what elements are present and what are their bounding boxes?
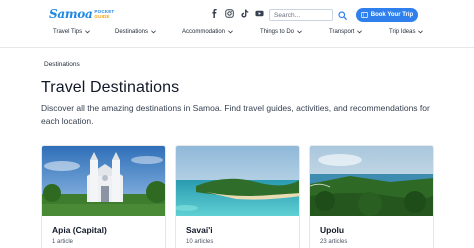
youtube-icon[interactable] bbox=[255, 9, 264, 18]
chevron-down-icon bbox=[85, 30, 90, 34]
island-coast-image bbox=[176, 146, 299, 216]
site-header: Samoa POCKET GUIDE Book Your Trip Travel… bbox=[0, 0, 474, 48]
nav-item-things-to-do[interactable]: Things to Do bbox=[260, 29, 302, 35]
book-trip-label: Book Your Trip bbox=[370, 12, 414, 18]
card-article-count: 1 article bbox=[52, 239, 74, 245]
breadcrumb[interactable]: Destinations bbox=[44, 61, 80, 68]
card-title: Savai'i bbox=[186, 225, 213, 235]
instagram-icon[interactable] bbox=[225, 9, 234, 18]
chevron-down-icon bbox=[418, 30, 424, 34]
card-article-count: 10 articles bbox=[186, 239, 214, 245]
tiktok-icon[interactable] bbox=[240, 9, 249, 18]
nav-item-label: Things to Do bbox=[260, 29, 295, 35]
nav-item-destinations[interactable]: Destinations bbox=[115, 29, 156, 35]
facebook-icon[interactable] bbox=[210, 9, 219, 18]
page-title: Travel Destinations bbox=[41, 79, 180, 96]
chevron-down-icon bbox=[357, 30, 363, 34]
chevron-down-icon bbox=[151, 30, 156, 34]
site-logo[interactable]: Samoa POCKET GUIDE bbox=[49, 6, 114, 22]
card-title: Upolu bbox=[320, 225, 345, 235]
main-nav: Travel Tips Destinations Accommodation T… bbox=[0, 29, 474, 41]
nav-item-label: Accommodation bbox=[182, 29, 226, 35]
destination-card-upolu[interactable]: Upolu 23 articles bbox=[309, 145, 434, 248]
destination-card-savaii[interactable]: Savai'i 10 articles bbox=[175, 145, 300, 248]
destination-card-apia[interactable]: Apia (Capital) 1 article bbox=[41, 145, 166, 248]
forest-coastline-image bbox=[310, 146, 433, 216]
nav-item-label: Destinations bbox=[115, 29, 149, 35]
nav-item-accommodation[interactable]: Accommodation bbox=[182, 29, 233, 35]
logo-tagline: POCKET GUIDE bbox=[94, 9, 114, 19]
search-input[interactable] bbox=[269, 9, 333, 21]
social-links bbox=[210, 9, 264, 18]
nav-item-travel-tips[interactable]: Travel Tips bbox=[53, 29, 90, 35]
nav-item-label: Travel Tips bbox=[53, 29, 83, 35]
search-icon[interactable] bbox=[337, 10, 347, 20]
chevron-down-icon bbox=[228, 30, 233, 34]
nav-item-trip-ideas[interactable]: Trip Ideas bbox=[389, 29, 424, 35]
page-description: Discover all the amazing destinations in… bbox=[41, 103, 430, 126]
book-trip-button[interactable]: Book Your Trip bbox=[356, 8, 418, 22]
card-article-count: 23 articles bbox=[320, 239, 348, 245]
nav-item-label: Trip Ideas bbox=[389, 29, 416, 35]
nav-item-transport[interactable]: Transport bbox=[329, 29, 363, 35]
ticket-icon bbox=[360, 12, 368, 18]
logo-wordmark: Samoa bbox=[49, 7, 93, 21]
card-title: Apia (Capital) bbox=[52, 225, 107, 235]
chevron-down-icon bbox=[297, 30, 302, 34]
nav-item-label: Transport bbox=[329, 29, 355, 35]
church-cathedral-image bbox=[42, 146, 165, 216]
logo-tagline-line2: GUIDE bbox=[94, 14, 110, 19]
